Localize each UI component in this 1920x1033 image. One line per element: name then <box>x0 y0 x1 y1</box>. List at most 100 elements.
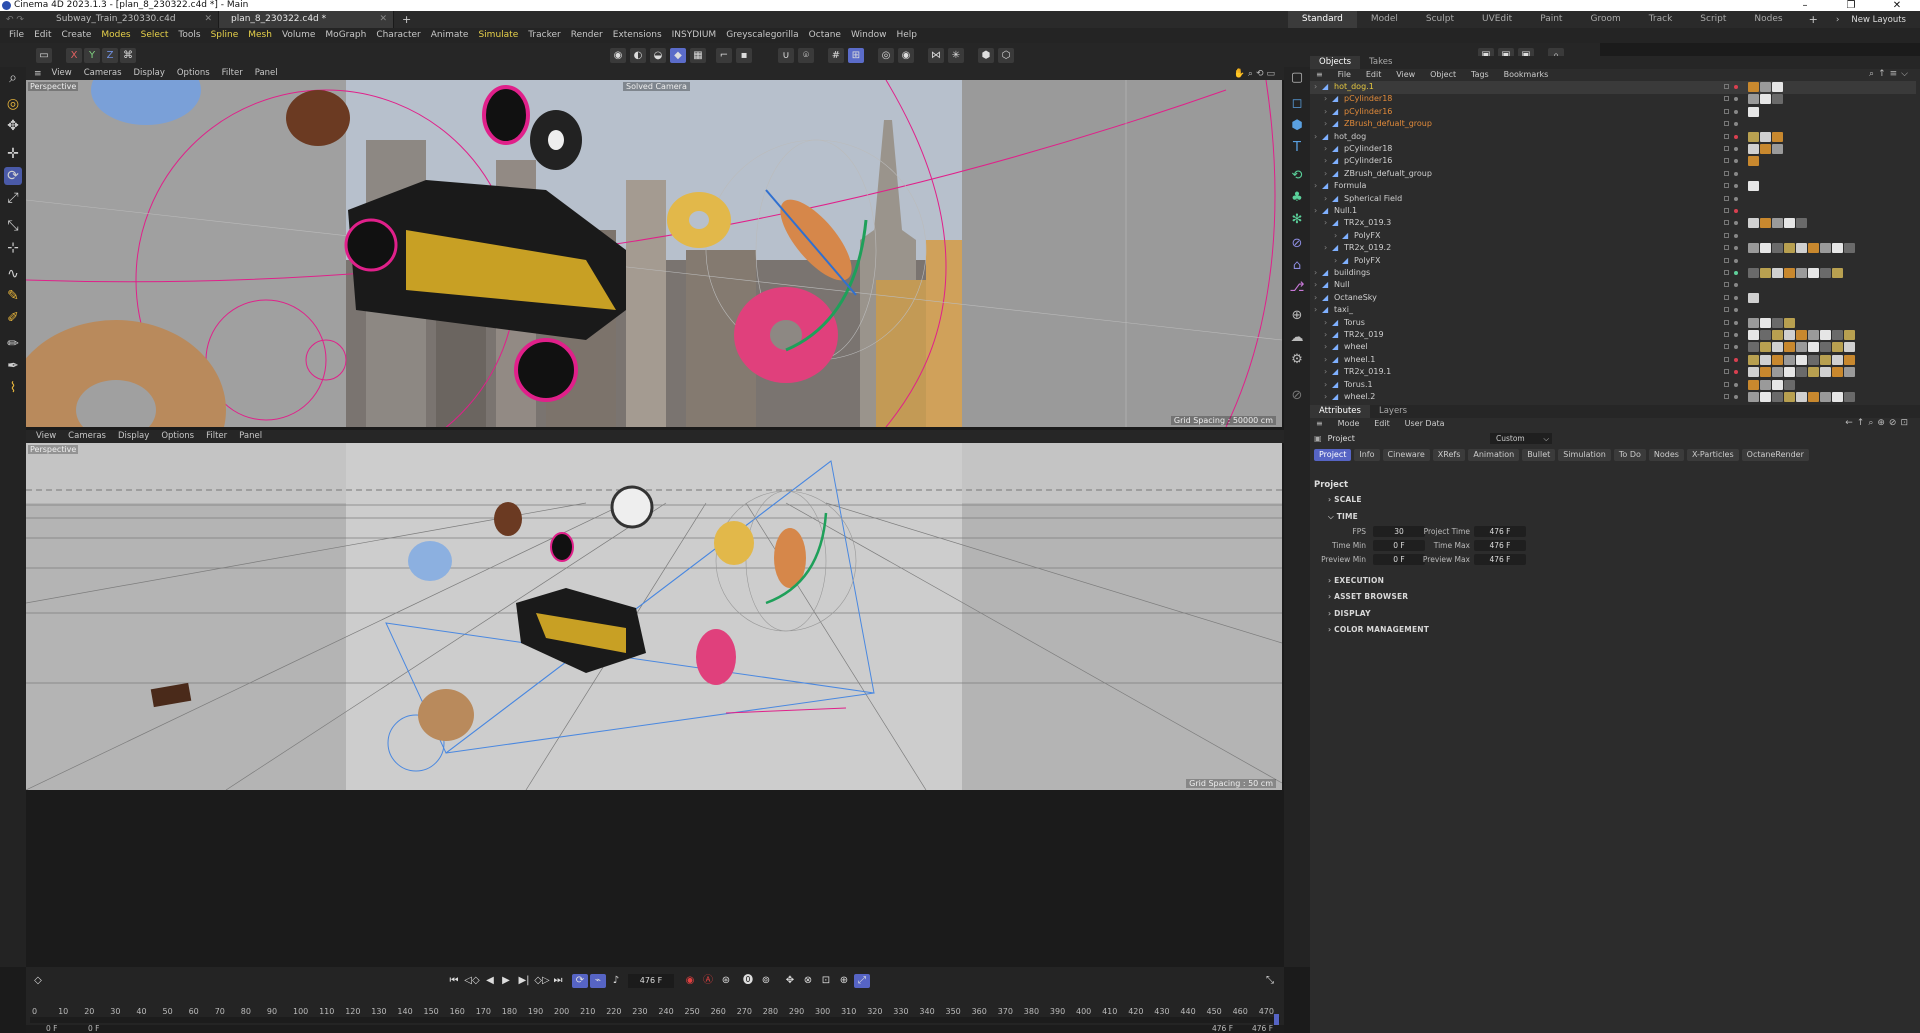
status-dot-icon[interactable] <box>1734 283 1738 288</box>
vp-menu-cameras[interactable]: Cameras <box>78 67 128 80</box>
material-tag-icon[interactable] <box>1808 243 1819 254</box>
object-name[interactable]: Spherical Field <box>1344 193 1402 206</box>
spline-pen-icon[interactable]: ∿ <box>4 265 22 283</box>
visibility-toggle[interactable] <box>1724 307 1729 313</box>
object-row[interactable]: › ◢ pCylinder16 <box>1310 155 1916 168</box>
material-tag-icon[interactable] <box>1772 94 1783 105</box>
menu-greyscalegorilla[interactable]: Greyscalegorilla <box>721 28 803 43</box>
attr-tab-bullet[interactable]: Bullet <box>1522 449 1556 461</box>
doc-tab-subway[interactable]: Subway_Train_230330.c4d ✕ <box>44 11 219 28</box>
playback-rate-icon[interactable]: ⌁ <box>590 974 606 988</box>
object-row[interactable]: › ◢ Torus.1 <box>1310 379 1916 392</box>
material-tag-icon[interactable] <box>1772 317 1783 328</box>
visibility-toggle[interactable] <box>1724 381 1729 387</box>
material-tag-icon[interactable] <box>1808 392 1819 402</box>
expand-arrow-icon[interactable]: › <box>1324 379 1327 392</box>
light-icon[interactable]: ⎇ <box>1288 279 1306 297</box>
menu-edit[interactable]: Edit <box>29 28 56 43</box>
uv-mode-icon[interactable]: ▦ <box>690 48 706 63</box>
material-tag-icon[interactable] <box>1748 379 1759 390</box>
material-tag-icon[interactable] <box>1760 243 1771 254</box>
mograph-icon[interactable]: ♣ <box>1288 189 1306 207</box>
visibility-toggle[interactable] <box>1724 232 1729 238</box>
layout-sculpt[interactable]: Sculpt <box>1412 11 1468 28</box>
field-icon[interactable]: ⊘ <box>1288 235 1306 253</box>
environment-icon[interactable]: ☁ <box>1288 329 1306 347</box>
tab-takes[interactable]: Takes <box>1360 56 1401 69</box>
material-tag-icon[interactable] <box>1748 392 1759 402</box>
expand-arrow-icon[interactable]: › <box>1324 143 1327 156</box>
menu-volume[interactable]: Volume <box>277 28 320 43</box>
object-row[interactable]: › ◢ TR2x_019.1 <box>1310 366 1916 379</box>
material-tag-icon[interactable] <box>1784 218 1795 229</box>
visibility-toggle[interactable] <box>1724 170 1729 176</box>
expand-arrow-icon[interactable]: › <box>1314 279 1317 292</box>
material-tag-icon[interactable] <box>1784 392 1795 402</box>
material-tag-icon[interactable] <box>1760 82 1771 92</box>
material-tag-icon[interactable] <box>1796 243 1807 254</box>
keyframe-diamond-icon[interactable]: ◇ <box>30 974 46 988</box>
attr-tab-nodes[interactable]: Nodes <box>1648 449 1684 461</box>
sound-icon[interactable]: ♪ <box>608 974 624 988</box>
object-name[interactable]: PolyFX <box>1354 255 1380 268</box>
project-time-field[interactable]: 476 F <box>1474 526 1526 537</box>
expand-arrow-icon[interactable]: › <box>1324 391 1327 403</box>
material-tag-icon[interactable] <box>1760 367 1771 378</box>
visibility-toggle[interactable] <box>1724 344 1729 350</box>
object-name[interactable]: OctaneSky <box>1334 292 1377 305</box>
material-tag-icon[interactable] <box>1784 379 1795 390</box>
visibility-toggle[interactable] <box>1724 369 1729 375</box>
object-name[interactable]: pCylinder18 <box>1344 143 1392 156</box>
object-row[interactable]: › ◢ Null <box>1310 279 1916 292</box>
workplane-icon[interactable]: ▪ <box>736 48 752 63</box>
material-tag-icon[interactable] <box>1784 317 1795 328</box>
expand-arrow-icon[interactable]: › <box>1314 205 1317 218</box>
material-tag-icon[interactable] <box>1760 94 1771 105</box>
menu-window[interactable]: Window <box>846 28 892 43</box>
visibility-toggle[interactable] <box>1724 282 1729 288</box>
axis-z-button[interactable]: Z <box>102 48 118 63</box>
interpolation-icon[interactable]: ⊕ <box>836 974 852 988</box>
attr-tab-project[interactable]: Project <box>1314 449 1352 461</box>
object-name[interactable]: TR2x_019.3 <box>1344 217 1391 230</box>
grid-snap-icon[interactable]: # <box>828 48 844 63</box>
visibility-toggle[interactable] <box>1724 133 1729 139</box>
material-tag-icon[interactable] <box>1772 392 1783 402</box>
vp-menu-options[interactable]: Options <box>171 67 216 80</box>
layout-model[interactable]: Model <box>1357 11 1412 28</box>
material-tag-icon[interactable] <box>1832 354 1843 365</box>
status-dot-icon[interactable] <box>1734 395 1738 399</box>
attr-tab-info[interactable]: Info <box>1354 449 1380 461</box>
visibility-toggle[interactable] <box>1724 245 1729 251</box>
section-scale[interactable]: › SCALE <box>1328 495 1362 504</box>
expand-arrow-icon[interactable]: › <box>1324 341 1327 354</box>
visibility-toggle[interactable] <box>1724 270 1729 275</box>
layout-standard[interactable]: Standard <box>1287 11 1357 28</box>
material-tag-icon[interactable] <box>1772 330 1783 340</box>
objects-hamburger-icon[interactable]: ≡ <box>1310 69 1329 81</box>
coordinate-system-icon[interactable]: ⌘ <box>120 48 136 63</box>
object-row[interactable]: › ◢ buildings <box>1310 267 1916 280</box>
close-button[interactable]: ✕ <box>1874 0 1920 11</box>
vp-menu-filter[interactable]: Filter <box>200 430 233 443</box>
material-tag-icon[interactable] <box>1772 144 1783 154</box>
material-tag-icon[interactable] <box>1772 268 1783 278</box>
expand-arrow-icon[interactable]: › <box>1314 292 1317 305</box>
object-row[interactable]: › ◢ PolyFX <box>1310 230 1916 243</box>
status-dot-icon[interactable] <box>1734 320 1738 325</box>
menu-file[interactable]: File <box>4 28 29 43</box>
expand-arrow-icon[interactable]: › <box>1324 217 1327 230</box>
range-start-a[interactable]: 0 F <box>46 1024 57 1033</box>
expand-arrow-icon[interactable]: › <box>1324 106 1327 119</box>
material-tag-icon[interactable] <box>1796 392 1807 402</box>
status-dot-icon[interactable] <box>1734 258 1738 263</box>
time-max-field[interactable]: 476 F <box>1474 540 1526 551</box>
expand-arrow-icon[interactable]: › <box>1324 168 1327 181</box>
preview-max-field[interactable]: 476 F <box>1474 554 1526 565</box>
material-tag-icon[interactable] <box>1772 243 1783 254</box>
menu-extensions[interactable]: Extensions <box>608 28 667 43</box>
material-tag-icon[interactable] <box>1772 218 1783 229</box>
menu-create[interactable]: Create <box>57 28 97 43</box>
material-tag-icon[interactable] <box>1748 354 1759 365</box>
material-tag-icon[interactable] <box>1760 317 1771 328</box>
